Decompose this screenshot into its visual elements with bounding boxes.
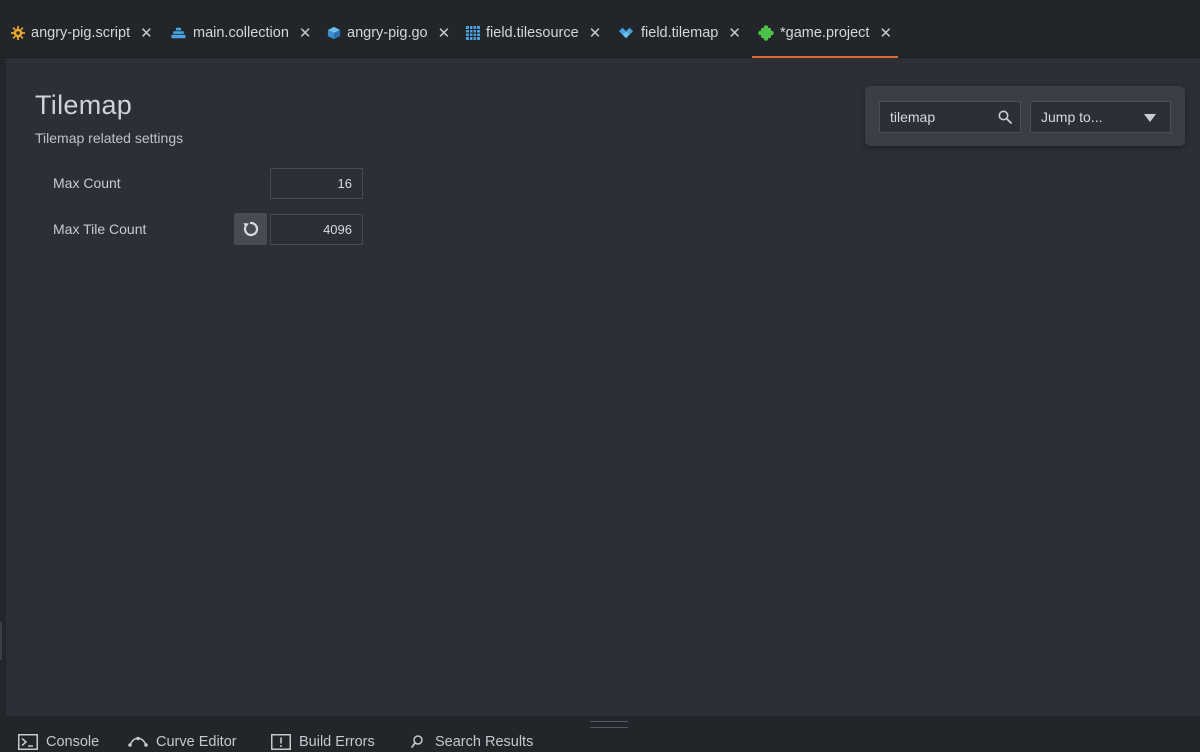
settings-panel <box>6 58 1200 716</box>
bottom-tab-build-errors[interactable]: Build Errors <box>271 732 375 752</box>
max-count-label: Max Count <box>53 175 121 191</box>
search-icon[interactable] <box>998 110 1012 124</box>
tab-label: main.collection <box>193 25 289 41</box>
max-tile-count-input[interactable] <box>270 214 363 245</box>
editor-tab-bar: angry-pig.script ✕ main.collection ✕ ang… <box>0 0 1200 58</box>
bottom-tab-console[interactable]: Console <box>18 732 99 752</box>
curve-icon <box>128 736 148 747</box>
gear-icon <box>11 26 25 40</box>
close-icon[interactable]: ✕ <box>589 26 602 41</box>
close-icon[interactable]: ✕ <box>299 26 312 41</box>
max-count-input[interactable] <box>270 168 363 199</box>
tilemap-icon <box>619 27 633 39</box>
tab-angry-pig-go[interactable]: angry-pig.go ✕ <box>327 16 450 50</box>
console-icon <box>18 734 38 750</box>
section-title: Tilemap <box>35 90 133 120</box>
tab-field-tilesource[interactable]: field.tilesource ✕ <box>466 16 601 50</box>
reset-button[interactable] <box>234 213 267 245</box>
grid-icon <box>466 26 480 40</box>
max-tile-count-label: Max Tile Count <box>53 221 147 237</box>
jump-to-dropdown[interactable]: Jump to... <box>1030 101 1171 133</box>
tab-label: field.tilemap <box>641 25 719 41</box>
tab-label: field.tilesource <box>486 25 579 41</box>
tab-game-project[interactable]: *game.project ✕ <box>751 16 899 58</box>
reset-icon <box>243 221 258 237</box>
bottom-tab-curve-editor[interactable]: Curve Editor <box>128 732 237 752</box>
tab-label: *game.project <box>780 25 870 41</box>
search-box[interactable] <box>879 101 1021 133</box>
puzzle-icon <box>758 25 774 41</box>
bottom-tab-label: Build Errors <box>299 734 375 750</box>
close-icon[interactable]: ✕ <box>879 26 892 41</box>
search-panel: Jump to... <box>865 86 1185 146</box>
close-icon[interactable]: ✕ <box>140 26 153 41</box>
search-input[interactable] <box>880 102 1010 132</box>
caret-down-icon <box>1144 114 1156 122</box>
close-icon[interactable]: ✕ <box>438 26 451 41</box>
bottom-tab-label: Console <box>46 734 100 750</box>
jump-to-label: Jump to... <box>1041 109 1103 125</box>
close-icon[interactable]: ✕ <box>728 26 741 41</box>
bottom-tab-label: Curve Editor <box>156 734 237 750</box>
panel-edge-marker <box>0 622 2 660</box>
tab-main-collection[interactable]: main.collection ✕ <box>170 16 312 50</box>
bottom-tab-label: Search Results <box>435 734 534 750</box>
resize-grip[interactable] <box>590 721 628 728</box>
tab-angry-pig-script[interactable]: angry-pig.script ✕ <box>11 16 153 50</box>
tab-label: angry-pig.go <box>347 25 428 41</box>
search-icon <box>411 735 423 748</box>
tab-field-tilemap[interactable]: field.tilemap ✕ <box>617 16 741 50</box>
tab-label: angry-pig.script <box>31 25 131 41</box>
cube-icon <box>327 26 341 40</box>
error-icon <box>271 734 291 750</box>
collection-icon <box>171 27 186 39</box>
section-subtitle: Tilemap related settings <box>35 130 184 146</box>
bottom-tab-search-results[interactable]: Search Results <box>411 732 533 752</box>
